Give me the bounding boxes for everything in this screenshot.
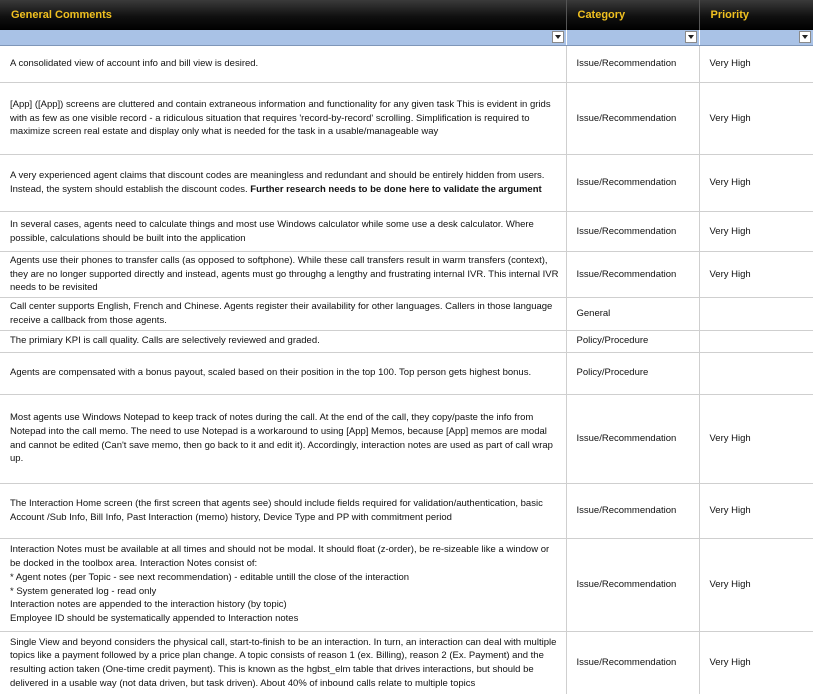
filter-cell-priority: [699, 30, 813, 46]
table-row: The primiary KPI is call quality. Calls …: [0, 330, 813, 353]
filter-cell-category: [566, 30, 700, 46]
category-cell[interactable]: Issue/Recommendation: [566, 483, 700, 539]
comment-cell[interactable]: Call center supports English, French and…: [0, 297, 567, 331]
comment-cell[interactable]: Most agents use Windows Notepad to keep …: [0, 394, 567, 484]
priority-cell[interactable]: Very High: [699, 483, 813, 539]
category-cell[interactable]: Issue/Recommendation: [566, 154, 700, 212]
category-cell[interactable]: Issue/Recommendation: [566, 251, 700, 299]
priority-cell[interactable]: Very High: [699, 45, 813, 83]
filter-row: [0, 30, 813, 46]
table-row: Call center supports English, French and…: [0, 297, 813, 331]
category-cell[interactable]: General: [566, 297, 700, 331]
filter-cell-comments: [0, 30, 567, 46]
category-cell[interactable]: Issue/Recommendation: [566, 631, 700, 694]
priority-cell[interactable]: Very High: [699, 154, 813, 212]
comment-cell[interactable]: A consolidated view of account info and …: [0, 45, 567, 83]
table-row: A consolidated view of account info and …: [0, 45, 813, 83]
category-cell[interactable]: Issue/Recommendation: [566, 394, 700, 484]
filter-dropdown-icon[interactable]: [684, 31, 697, 43]
category-cell[interactable]: Issue/Recommendation: [566, 45, 700, 83]
comment-cell[interactable]: In several cases, agents need to calcula…: [0, 211, 567, 252]
filter-dropdown-icon[interactable]: [551, 31, 564, 43]
table-row: Agents use their phones to transfer call…: [0, 251, 813, 299]
table-row: A very experienced agent claims that dis…: [0, 154, 813, 212]
comment-cell[interactable]: Agents use their phones to transfer call…: [0, 251, 567, 299]
comment-cell[interactable]: Interaction Notes must be available at a…: [0, 538, 567, 632]
table-row: In several cases, agents need to calcula…: [0, 211, 813, 252]
priority-cell[interactable]: [699, 352, 813, 395]
header-row: General Comments Category Priority: [0, 0, 813, 30]
table-row: [App] ([App]) screens are cluttered and …: [0, 82, 813, 155]
comments-table: General Comments Category Priority A con…: [0, 0, 813, 694]
category-cell[interactable]: Policy/Procedure: [566, 330, 700, 353]
comment-cell[interactable]: [App] ([App]) screens are cluttered and …: [0, 82, 567, 155]
table-row: Agents are compensated with a bonus payo…: [0, 352, 813, 395]
table-row: Interaction Notes must be available at a…: [0, 538, 813, 632]
priority-cell[interactable]: Very High: [699, 394, 813, 484]
priority-cell[interactable]: Very High: [699, 211, 813, 252]
priority-cell[interactable]: Very High: [699, 251, 813, 299]
comment-cell[interactable]: The Interaction Home screen (the first s…: [0, 483, 567, 539]
priority-cell[interactable]: [699, 297, 813, 331]
table-row: The Interaction Home screen (the first s…: [0, 483, 813, 539]
comment-cell[interactable]: A very experienced agent claims that dis…: [0, 154, 567, 212]
header-priority[interactable]: Priority: [699, 0, 813, 30]
filter-dropdown-icon[interactable]: [798, 31, 811, 43]
header-category[interactable]: Category: [566, 0, 700, 30]
category-cell[interactable]: Issue/Recommendation: [566, 211, 700, 252]
comment-cell[interactable]: Agents are compensated with a bonus payo…: [0, 352, 567, 395]
comment-cell[interactable]: Single View and beyond considers the phy…: [0, 631, 567, 694]
priority-cell[interactable]: Very High: [699, 631, 813, 694]
category-cell[interactable]: Issue/Recommendation: [566, 82, 700, 155]
priority-cell[interactable]: [699, 330, 813, 353]
table-row: Single View and beyond considers the phy…: [0, 631, 813, 694]
priority-cell[interactable]: Very High: [699, 538, 813, 632]
priority-cell[interactable]: Very High: [699, 82, 813, 155]
header-general-comments[interactable]: General Comments: [0, 0, 567, 30]
table-row: Most agents use Windows Notepad to keep …: [0, 394, 813, 484]
comment-cell[interactable]: The primiary KPI is call quality. Calls …: [0, 330, 567, 353]
category-cell[interactable]: Issue/Recommendation: [566, 538, 700, 632]
spreadsheet: General Comments Category Priority A con…: [0, 0, 813, 694]
comment-bold-text: Further research needs to be done here t…: [250, 184, 542, 195]
category-cell[interactable]: Policy/Procedure: [566, 352, 700, 395]
